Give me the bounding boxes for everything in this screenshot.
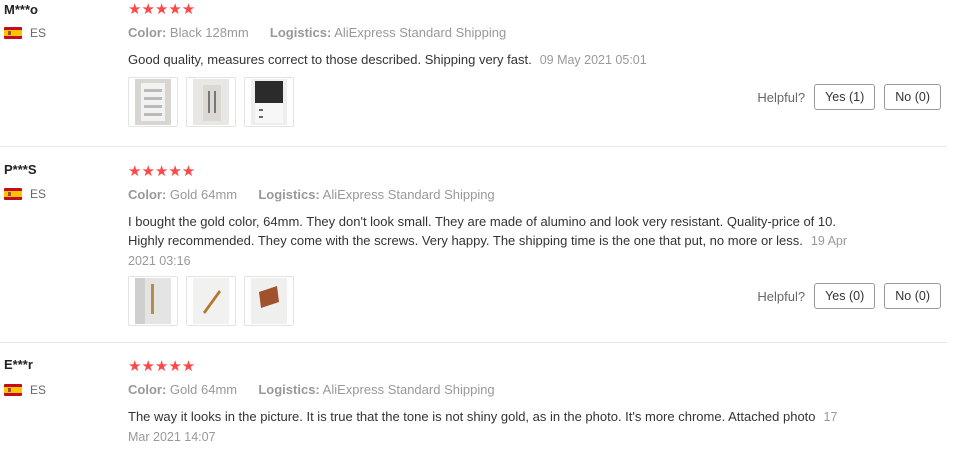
review-text: I bought the gold color, 64mm. They don'… [128, 212, 848, 271]
review-item: M***o ES ★★★★★ Color: Black 128mm Logist… [0, 0, 947, 147]
logistics-value: AliExpress Standard Shipping [322, 187, 495, 202]
helpful-voting: Helpful? Yes (0) No (0) [757, 283, 941, 309]
logistics-value: AliExpress Standard Shipping [334, 25, 507, 40]
review-item: E***r ES ★★★★★ Color: Gold 64mm Logistic… [0, 343, 947, 451]
color-label: Color: [128, 25, 167, 40]
reviewer-name: M***o [4, 2, 38, 17]
review-meta: Color: Black 128mm Logistics: AliExpress… [128, 25, 506, 40]
color-value: Black 128mm [169, 25, 249, 40]
review-item: P***S ES ★★★★★ Color: Gold 64mm Logistic… [0, 147, 947, 343]
review-photo-thumbnail[interactable] [244, 276, 294, 326]
review-date: 09 May 2021 05:01 [539, 53, 647, 67]
color-label: Color: [128, 382, 167, 397]
logistics-label: Logistics: [258, 187, 320, 202]
color-value: Gold 64mm [169, 382, 238, 397]
star-rating: ★★★★★ [128, 359, 195, 374]
photo-image [251, 79, 287, 125]
logistics-label: Logistics: [269, 25, 332, 40]
spain-flag-icon [4, 384, 22, 396]
star-icons: ★★★★★ [128, 1, 196, 18]
review-body: The way it looks in the picture. It is t… [128, 409, 816, 424]
review-photo-thumbnail[interactable] [186, 77, 236, 127]
helpful-yes-button[interactable]: Yes (1) [814, 84, 876, 110]
review-meta: Color: Gold 64mm Logistics: AliExpress S… [128, 187, 495, 202]
photo-image [193, 278, 229, 324]
photo-image [251, 278, 287, 324]
photo-image [135, 79, 171, 125]
star-icons: ★★★★★ [128, 358, 196, 375]
review-photo-thumbnail[interactable] [244, 77, 294, 127]
spain-flag-icon [4, 27, 22, 39]
helpful-voting: Helpful? Yes (1) No (0) [757, 84, 941, 110]
helpful-yes-button[interactable]: Yes (0) [814, 283, 876, 309]
star-icons: ★★★★★ [128, 163, 196, 180]
reviewer-country: ES [4, 26, 46, 40]
review-body: Good quality, measures correct to those … [128, 52, 532, 67]
spain-flag-icon [4, 188, 22, 200]
review-photos [128, 77, 294, 127]
color-label: Color: [128, 187, 167, 202]
star-rating: ★★★★★ [128, 164, 195, 179]
review-text: The way it looks in the picture. It is t… [128, 407, 848, 447]
helpful-label: Helpful? [757, 89, 806, 105]
review-body: I bought the gold color, 64mm. They don'… [128, 214, 836, 248]
review-meta: Color: Gold 64mm Logistics: AliExpress S… [128, 382, 495, 397]
review-photos [128, 276, 294, 326]
helpful-no-button[interactable]: No (0) [884, 84, 941, 110]
country-code: ES [30, 26, 47, 40]
country-code: ES [30, 187, 47, 201]
helpful-no-button[interactable]: No (0) [884, 283, 941, 309]
star-rating: ★★★★★ [128, 2, 195, 17]
helpful-label: Helpful? [757, 288, 806, 304]
review-text: Good quality, measures correct to those … [128, 50, 848, 70]
photo-image [193, 79, 229, 125]
reviewer-name: E***r [4, 357, 33, 372]
reviewer-country: ES [4, 383, 46, 397]
reviewer-country: ES [4, 187, 46, 201]
photo-image [135, 278, 171, 324]
review-photo-thumbnail[interactable] [128, 276, 178, 326]
logistics-label: Logistics: [258, 382, 320, 397]
country-code: ES [30, 383, 47, 397]
reviewer-name: P***S [4, 162, 37, 177]
logistics-value: AliExpress Standard Shipping [322, 382, 495, 397]
review-photo-thumbnail[interactable] [128, 77, 178, 127]
color-value: Gold 64mm [169, 187, 238, 202]
review-photo-thumbnail[interactable] [186, 276, 236, 326]
